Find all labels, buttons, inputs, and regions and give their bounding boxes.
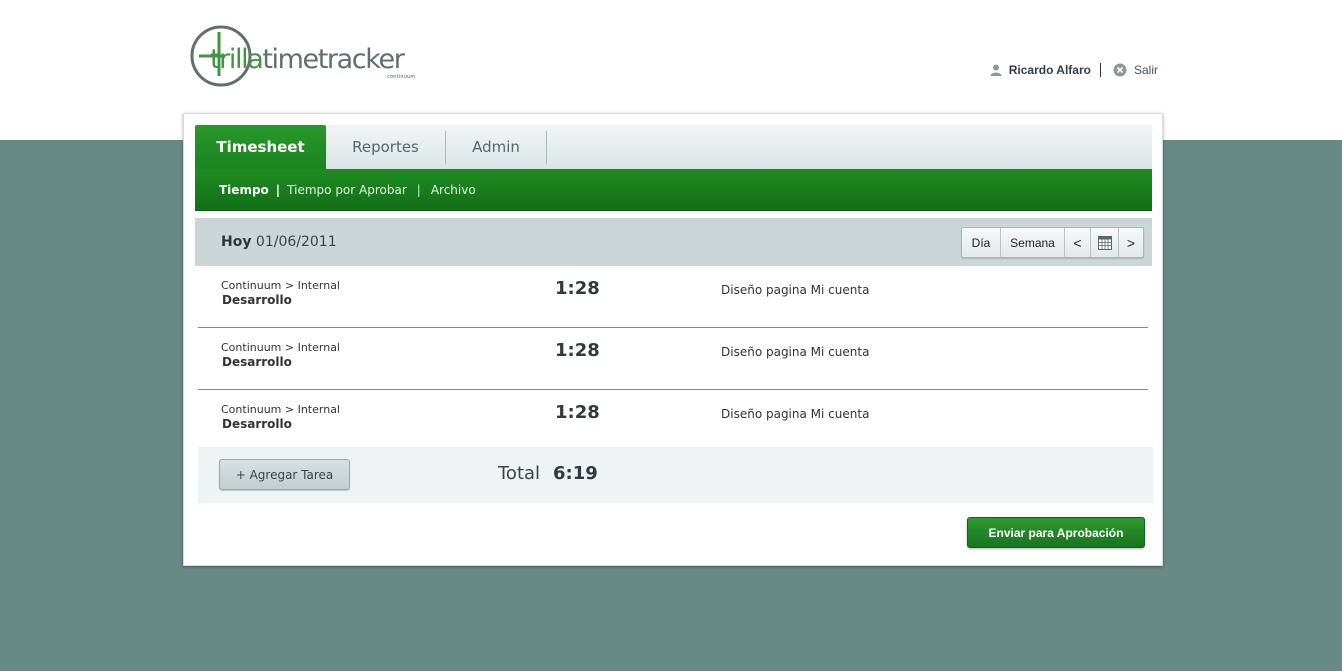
week-view-button[interactable]: Semana xyxy=(1000,228,1064,257)
tab-timesheet[interactable]: Timesheet xyxy=(195,125,326,169)
subnav-tiempo-por-aprobar[interactable]: Tiempo por Aprobar xyxy=(287,183,407,197)
logo-brand: trilla xyxy=(210,44,264,75)
subnav-separator: | xyxy=(275,182,281,197)
user-icon xyxy=(990,64,1002,76)
entry-task: Desarrollo xyxy=(222,417,292,431)
tab-divider xyxy=(546,131,547,164)
logo[interactable]: trillatimetracker continuum xyxy=(190,24,430,88)
subnav-separator: | xyxy=(416,182,421,197)
tab-admin[interactable]: Admin xyxy=(446,125,546,169)
date-value: 01/06/2011 xyxy=(255,234,337,250)
date-bar: Hoy 01/06/2011 Día Semana < > xyxy=(195,218,1152,266)
entry-client: Continuum > Internal xyxy=(221,341,340,354)
logo-product: timetracker xyxy=(262,44,404,75)
user-bar: Ricardo Alfaro Salir xyxy=(989,62,1158,78)
total-row: + Agregar Tarea Total 6:19 xyxy=(198,447,1153,503)
entry-description: Diseño pagina Mi cuenta xyxy=(721,345,870,359)
entry-duration: 1:28 xyxy=(555,402,600,423)
entry-description: Diseño pagina Mi cuenta xyxy=(721,407,870,421)
time-entry-row[interactable]: Continuum > Internal Desarrollo 1:28 Dis… xyxy=(198,266,1148,328)
subnav-tiempo[interactable]: Tiempo xyxy=(219,183,269,197)
user-name[interactable]: Ricardo Alfaro xyxy=(1009,63,1091,77)
entry-duration: 1:28 xyxy=(555,340,600,361)
sub-navigation: Tiempo | Tiempo por Aprobar | Archivo xyxy=(195,169,1152,211)
calendar-button[interactable] xyxy=(1090,228,1118,257)
calendar-icon xyxy=(1097,235,1112,250)
entry-task: Desarrollo xyxy=(222,355,292,369)
separator xyxy=(1099,63,1101,77)
add-task-button[interactable]: + Agregar Tarea xyxy=(219,459,350,490)
close-circle-icon[interactable] xyxy=(1113,63,1127,77)
view-controls: Día Semana < > xyxy=(961,227,1144,258)
logo-text: trillatimetracker xyxy=(210,44,405,76)
main-tabs: Timesheet Reportes Admin xyxy=(195,125,1152,169)
entry-client: Continuum > Internal xyxy=(221,403,340,416)
current-date: Hoy 01/06/2011 xyxy=(221,234,337,250)
entry-description: Diseño pagina Mi cuenta xyxy=(721,283,870,297)
entry-duration: 1:28 xyxy=(555,278,600,299)
next-button[interactable]: > xyxy=(1118,228,1143,257)
entry-task: Desarrollo xyxy=(222,293,292,307)
tab-reportes[interactable]: Reportes xyxy=(326,125,445,169)
subnav-archivo[interactable]: Archivo xyxy=(431,183,476,197)
day-view-button[interactable]: Día xyxy=(962,228,1000,257)
time-entry-row[interactable]: Continuum > Internal Desarrollo 1:28 Dis… xyxy=(198,328,1148,390)
time-entry-row[interactable]: Continuum > Internal Desarrollo 1:28 Dis… xyxy=(198,390,1148,452)
total-label: Total xyxy=(498,463,541,484)
submit-for-approval-button[interactable]: Enviar para Aprobación xyxy=(967,517,1145,548)
timesheet-panel: Timesheet Reportes Admin Tiempo | Tiempo… xyxy=(183,113,1163,566)
prev-button[interactable]: < xyxy=(1064,228,1090,257)
logo-subtitle: continuum xyxy=(387,74,416,80)
entry-client: Continuum > Internal xyxy=(221,279,340,292)
total-value: 6:19 xyxy=(553,463,598,484)
logout-link[interactable]: Salir xyxy=(1134,63,1158,77)
today-label: Hoy xyxy=(221,234,252,250)
